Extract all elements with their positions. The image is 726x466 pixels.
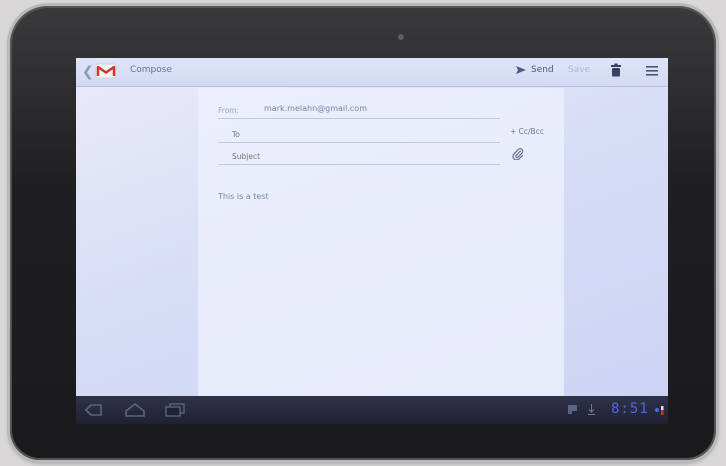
to-field[interactable]: [218, 128, 500, 143]
paperclip-icon[interactable]: [512, 148, 524, 160]
page-title: Compose: [130, 65, 173, 75]
subject-input[interactable]: [232, 150, 492, 163]
gmail-icon[interactable]: [95, 63, 117, 79]
send-label: Send: [531, 65, 554, 75]
home-icon[interactable]: [124, 402, 146, 418]
wifi-battery-icon: [655, 406, 664, 415]
send-icon: [516, 66, 526, 74]
chevron-left-icon[interactable]: ❮: [82, 64, 94, 80]
send-button[interactable]: Send: [516, 65, 554, 75]
from-field[interactable]: From: mark.melahn@gmail.com: [218, 104, 500, 119]
screen: ❮ Compose Send Save From: mark.melahn@gm…: [76, 58, 668, 424]
status-clock[interactable]: 8:51: [611, 401, 649, 417]
front-camera: [398, 34, 404, 40]
from-value: mark.melahn@gmail.com: [264, 104, 367, 113]
trash-icon[interactable]: [610, 63, 622, 77]
tablet-device: ❮ Compose Send Save From: mark.melahn@gm…: [10, 6, 716, 460]
from-label: From:: [218, 106, 240, 115]
back-nav-icon[interactable]: [84, 402, 104, 418]
menu-icon[interactable]: [646, 65, 658, 77]
save-button[interactable]: Save: [568, 65, 590, 75]
notification-icon[interactable]: [568, 405, 577, 414]
to-input[interactable]: [232, 128, 492, 141]
message-body[interactable]: This is a test: [218, 192, 269, 201]
compose-form: From: mark.melahn@gmail.com + Cc/Bcc Thi…: [198, 88, 564, 396]
system-nav-bar: 8:51: [76, 396, 668, 424]
download-icon: [588, 404, 595, 415]
recent-apps-icon[interactable]: [164, 402, 186, 418]
subject-field[interactable]: [218, 150, 500, 165]
cc-bcc-button[interactable]: + Cc/Bcc: [510, 127, 544, 136]
action-bar: ❮ Compose Send Save: [76, 58, 668, 87]
